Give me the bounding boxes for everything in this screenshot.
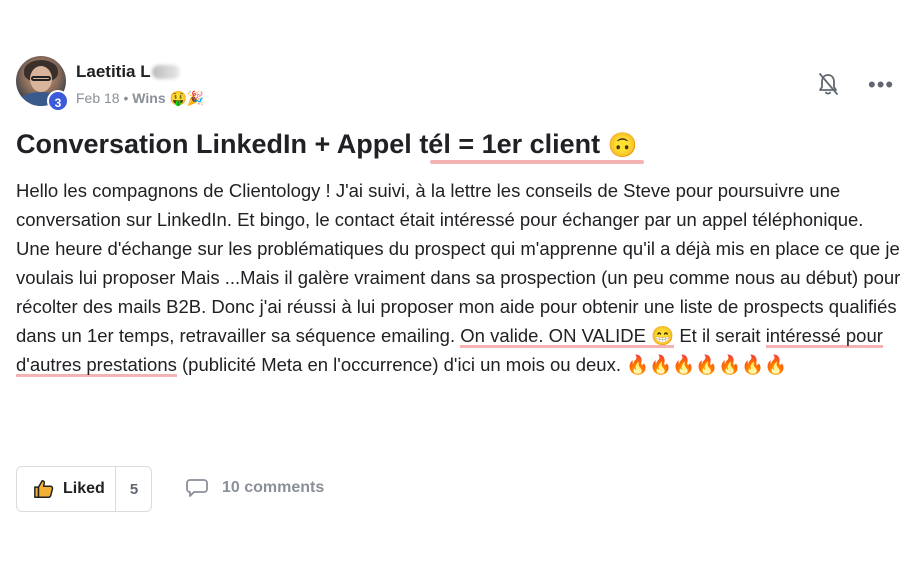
author-name-text: Laetitia L bbox=[76, 62, 151, 81]
body-text-segment: (publicité Meta en l'occurrence) d'ici u… bbox=[176, 354, 788, 375]
thumbs-up-icon bbox=[34, 480, 54, 498]
post-body: Hello les compagnons de Clientology ! J'… bbox=[16, 176, 904, 379]
level-badge: 3 bbox=[47, 90, 69, 112]
more-options-icon[interactable]: ••• bbox=[868, 74, 894, 96]
body-paragraph-1: Hello les compagnons de Clientology ! J'… bbox=[16, 180, 864, 230]
title-emoji: 🙃 bbox=[607, 132, 638, 159]
like-label: Liked bbox=[63, 480, 105, 497]
blurred-surname bbox=[151, 65, 180, 79]
like-button[interactable]: Liked 5 bbox=[16, 466, 152, 512]
post-title: Conversation LinkedIn + Appel tél = 1er … bbox=[16, 129, 638, 160]
post-category[interactable]: Wins bbox=[132, 90, 165, 106]
body-paragraph-2: Une heure d'échange sur les problématiqu… bbox=[16, 234, 904, 379]
category-emoji: 🤑🎉 bbox=[169, 90, 205, 106]
post-meta: Feb 18 • Wins 🤑🎉 bbox=[76, 90, 204, 107]
notification-off-icon[interactable] bbox=[817, 72, 839, 96]
post-title-text: Conversation LinkedIn + Appel tél = 1er … bbox=[16, 129, 601, 159]
comments-label: 10 comments bbox=[222, 479, 325, 496]
body-text-segment: Et il serait bbox=[674, 325, 766, 346]
meta-separator: • bbox=[123, 90, 129, 106]
comments-button[interactable]: 10 comments bbox=[186, 478, 324, 498]
comment-icon bbox=[186, 479, 208, 497]
author-name[interactable]: Laetitia L bbox=[76, 62, 180, 82]
title-highlight-underline bbox=[430, 160, 644, 164]
post-date[interactable]: Feb 18 bbox=[76, 90, 120, 106]
like-count[interactable]: 5 bbox=[115, 481, 153, 498]
highlighted-text: On valide. ON VALIDE 😁 bbox=[460, 325, 675, 348]
avatar-glasses bbox=[31, 76, 51, 81]
